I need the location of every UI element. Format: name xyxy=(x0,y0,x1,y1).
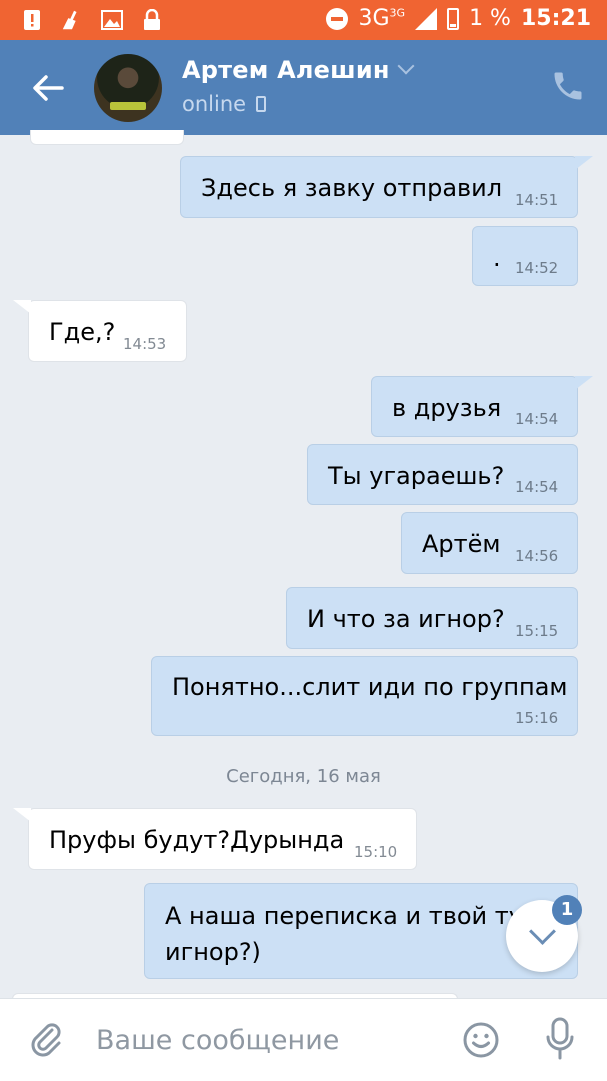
message-outgoing[interactable]: в друзья 14:54 xyxy=(371,376,593,437)
alert-icon xyxy=(20,8,44,32)
message-time: 14:56 xyxy=(515,547,559,565)
image-icon xyxy=(100,8,124,32)
message-time: 14:52 xyxy=(515,259,559,277)
message-text: Артём xyxy=(422,530,501,558)
message-text: . xyxy=(493,244,501,272)
contact-name[interactable]: Артем Алешин xyxy=(182,56,415,84)
message-text: в друзья xyxy=(392,394,502,422)
message-text: Понятно...слит иди по группам xyxy=(172,673,568,701)
network-type: 3G3G xyxy=(358,6,406,31)
mobile-icon xyxy=(256,96,267,112)
message-time: 14:53 xyxy=(123,335,167,353)
lock-icon xyxy=(140,8,164,32)
battery-icon xyxy=(447,7,460,30)
message-time: 14:54 xyxy=(515,478,559,496)
clock: 15:21 xyxy=(520,6,591,31)
message-incoming[interactable]: Где,? 14:53 xyxy=(13,300,187,362)
message-time: 14:54 xyxy=(515,410,559,428)
message-time: 15:10 xyxy=(354,843,398,861)
message-outgoing[interactable]: Здесь я завку отправил 14:51 xyxy=(180,156,593,218)
message-text: Пруфы будут?Дурында xyxy=(49,826,345,854)
chevron-down-icon xyxy=(529,918,556,945)
message-outgoing[interactable]: И что за игнор? 15:15 xyxy=(286,587,578,649)
message-input[interactable]: Ваше сообщение xyxy=(96,1025,339,1056)
cleaner-icon xyxy=(60,8,84,32)
arrow-left-icon[interactable] xyxy=(28,68,68,108)
paperclip-icon[interactable] xyxy=(28,1021,64,1057)
message-outgoing[interactable]: Ты угараешь? 14:54 xyxy=(307,444,578,505)
date-separator: Сегодня, 16 мая xyxy=(226,766,381,787)
battery-percent: 1 % xyxy=(469,6,511,31)
smiley-icon[interactable] xyxy=(462,1021,500,1059)
unread-count-badge: 1 xyxy=(552,895,582,925)
message-text: игнор?) xyxy=(165,938,261,966)
message-text: Ты угараешь? xyxy=(328,462,505,490)
chat-header: Артем Алешин online xyxy=(0,40,607,135)
chevron-down-icon xyxy=(397,57,415,75)
do-not-disturb-icon xyxy=(326,7,349,30)
phone-icon[interactable] xyxy=(550,68,586,104)
previous-message-partial xyxy=(30,130,184,145)
status-bar: 3G3G 1 % 15:21 xyxy=(0,0,607,40)
avatar[interactable] xyxy=(94,54,162,122)
message-text: Здесь я завку отправил xyxy=(201,174,503,202)
microphone-icon[interactable] xyxy=(544,1017,576,1061)
message-text: И что за игнор? xyxy=(307,605,505,633)
message-composer: Ваше сообщение xyxy=(0,998,607,1081)
message-text: А наша переписка и твой ту xyxy=(165,902,523,930)
message-incoming[interactable]: Пруфы будут?Дурында 15:10 xyxy=(13,808,417,870)
presence-status: online xyxy=(182,92,267,116)
message-time: 15:16 xyxy=(515,709,559,727)
signal-icon xyxy=(415,7,438,30)
message-time: 15:15 xyxy=(515,622,559,640)
message-time: 14:51 xyxy=(515,191,559,209)
message-outgoing[interactable]: Понятно...слит иди по группам 15:16 xyxy=(151,656,578,736)
message-outgoing[interactable]: . 14:52 xyxy=(472,226,578,286)
message-text: Где,? xyxy=(49,318,116,346)
message-outgoing[interactable]: Артём 14:56 xyxy=(401,512,578,574)
